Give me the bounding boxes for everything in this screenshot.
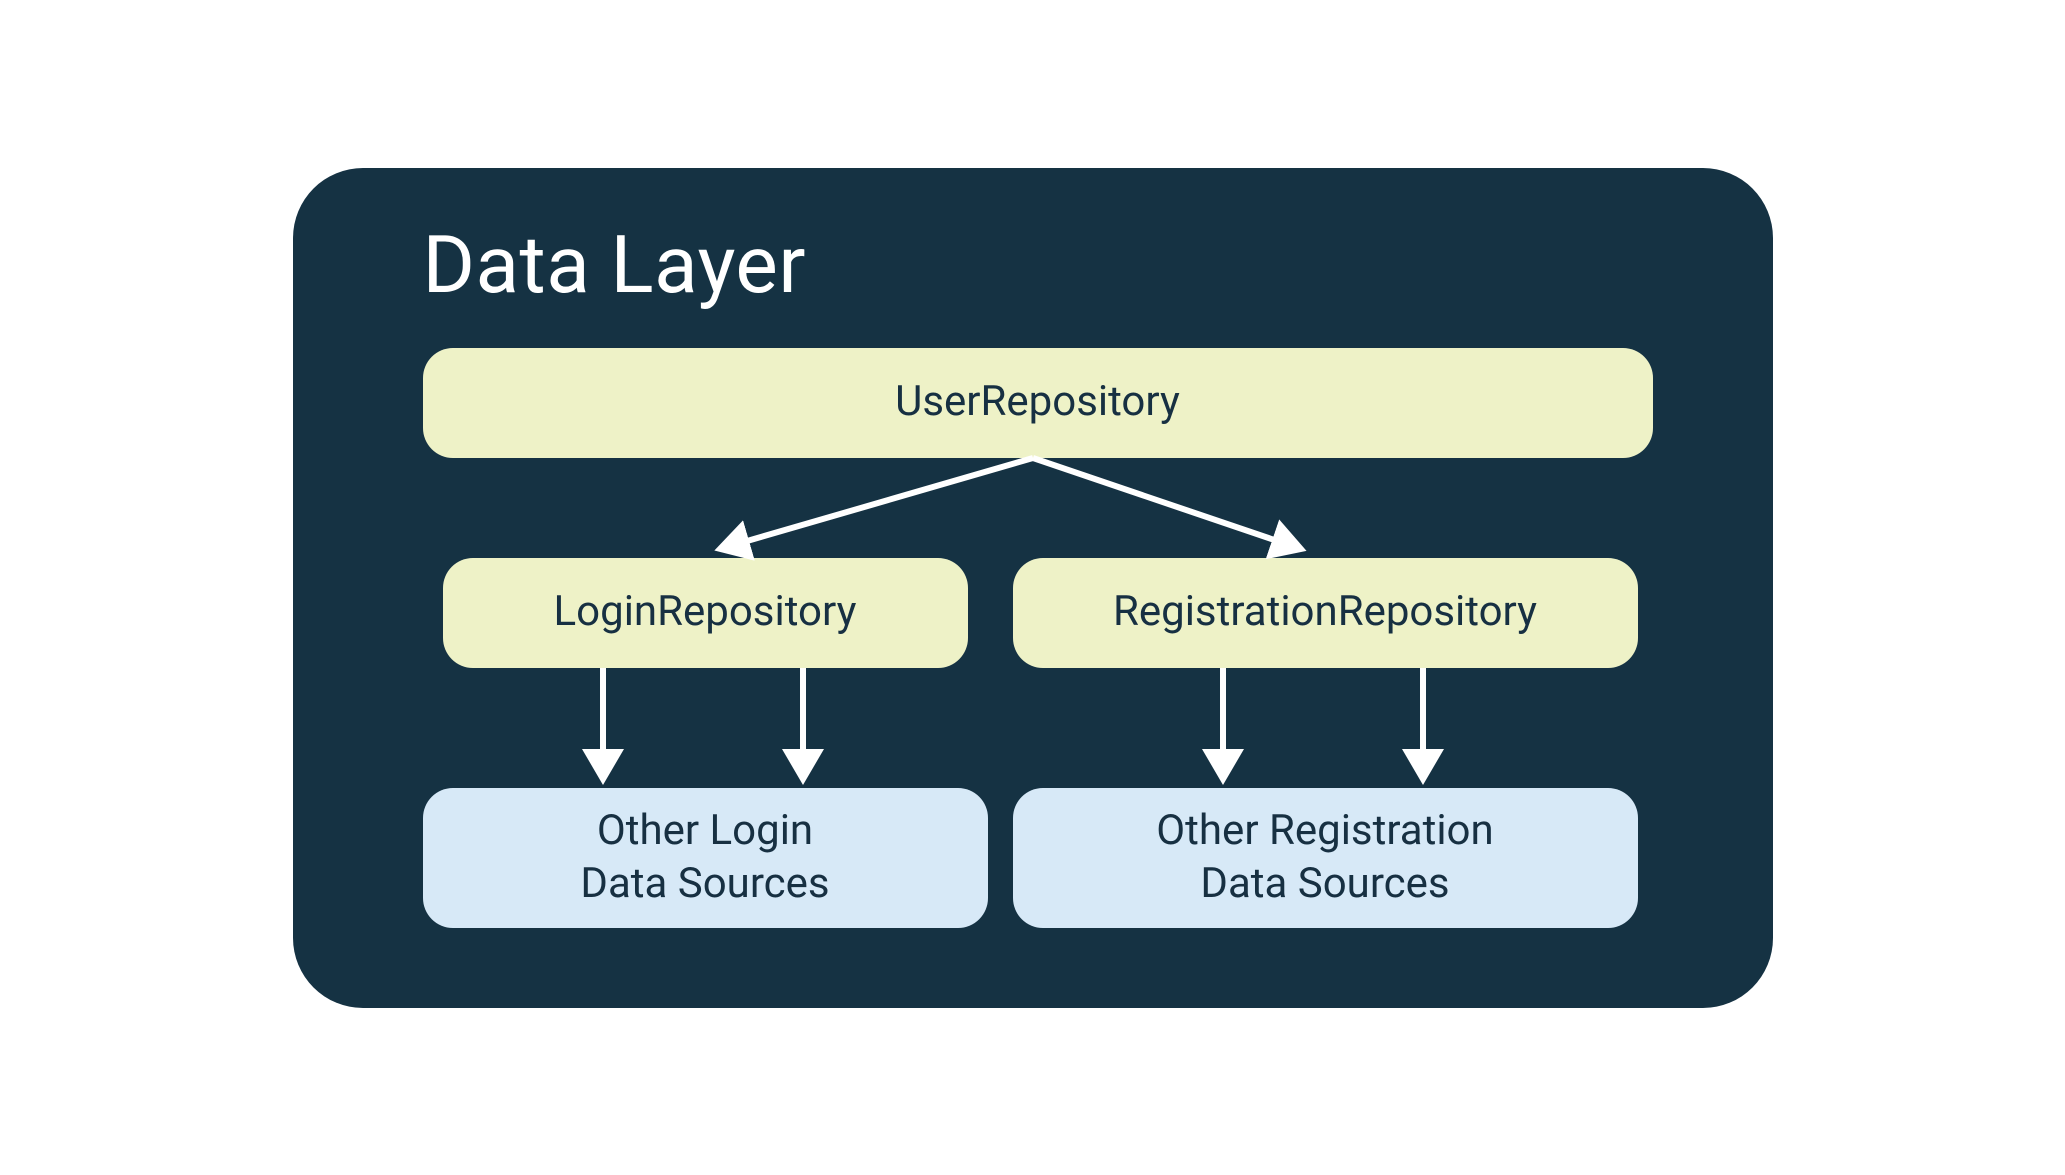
node-login-data-sources: Other LoginData Sources bbox=[423, 788, 988, 928]
node-label: RegistrationRepository bbox=[1113, 586, 1537, 639]
edge-user-to-login bbox=[723, 458, 1033, 548]
node-label: Other RegistrationData Sources bbox=[1156, 805, 1493, 910]
node-label: UserRepository bbox=[895, 376, 1180, 429]
diagram-title: Data Layer bbox=[423, 218, 806, 312]
diagram-container: Data Layer UserRepository LoginRepositor… bbox=[293, 168, 1773, 1008]
node-registration-repository: RegistrationRepository bbox=[1013, 558, 1638, 668]
node-label: Other LoginData Sources bbox=[580, 805, 829, 910]
node-user-repository: UserRepository bbox=[423, 348, 1653, 458]
node-login-repository: LoginRepository bbox=[443, 558, 968, 668]
edge-user-to-registration bbox=[1033, 458, 1298, 548]
node-label: LoginRepository bbox=[554, 586, 857, 639]
node-registration-data-sources: Other RegistrationData Sources bbox=[1013, 788, 1638, 928]
